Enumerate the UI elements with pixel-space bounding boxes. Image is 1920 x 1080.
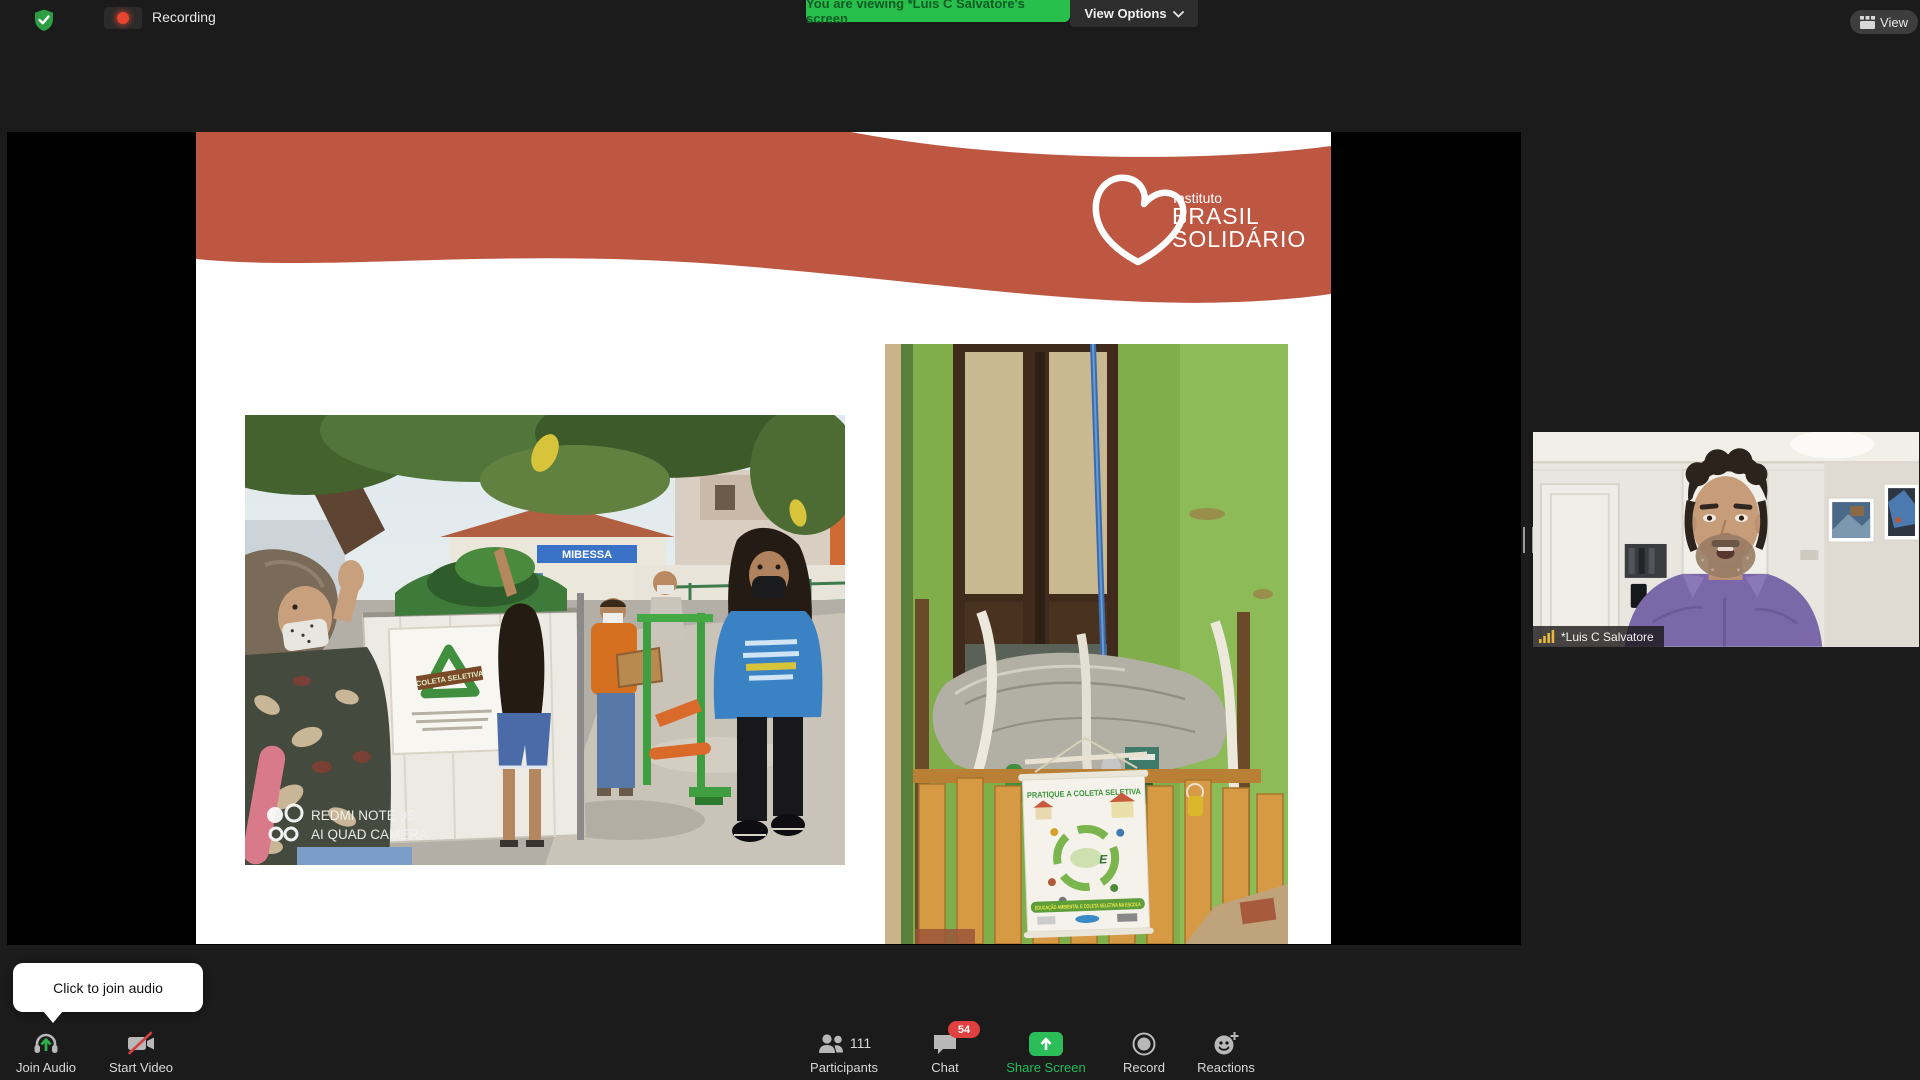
record-button[interactable]: Record [1112, 1030, 1176, 1075]
join-audio-tooltip: Click to join audio [13, 963, 203, 1012]
svg-text:E: E [1099, 852, 1108, 866]
reactions-smiley-icon [1213, 1031, 1239, 1056]
logo-line3: SOLIDÁRIO [1172, 226, 1306, 252]
start-video-label: Start Video [109, 1060, 173, 1075]
speaker-video-scene [1533, 432, 1919, 647]
chat-button[interactable]: 54 Chat [912, 1030, 978, 1075]
slide-header-wave: Instituto BRASIL SOLIDÁRIO [196, 132, 1331, 327]
participant-name: *Luis C Salvatore [1561, 630, 1654, 644]
video-camera-off-icon [127, 1030, 155, 1056]
record-label: Record [1123, 1060, 1165, 1075]
chat-unread-badge: 54 [948, 1021, 980, 1038]
reactions-button[interactable]: Reactions [1186, 1030, 1266, 1075]
participants-button[interactable]: 111 Participants [798, 1030, 890, 1075]
share-screen-icon [1029, 1032, 1063, 1056]
tooltip-text: Click to join audio [53, 980, 163, 996]
photo-street-recycling: MIBESSA [245, 415, 845, 865]
reactions-label: Reactions [1197, 1060, 1255, 1075]
record-icon [1132, 1032, 1156, 1056]
tooltip-arrow [43, 1011, 63, 1023]
photo-pallet-crate: PRATIQUE A COLETA SELETIVA E EDUCAÇÃO AM… [885, 344, 1288, 944]
recycling-poster: PRATIQUE A COLETA SELETIVA E EDUCAÇÃO AM… [1018, 770, 1154, 938]
participants-label: Participants [810, 1060, 878, 1075]
participant-video[interactable]: *Luis C Salvatore [1533, 432, 1919, 647]
chevron-down-icon [1173, 10, 1184, 18]
recording-dot-icon [117, 12, 129, 24]
recording-label: Recording [152, 9, 216, 25]
shop-sign-text: MIBESSA [562, 549, 612, 561]
chat-label: Chat [931, 1060, 958, 1075]
watermark-line2: AI QUAD CAMERA [311, 827, 428, 842]
join-audio-label: Join Audio [16, 1060, 76, 1075]
meeting-topbar: Recording You are viewing *Luis C Salvat… [0, 0, 1920, 32]
zoom-meeting-window: Recording You are viewing *Luis C Salvat… [0, 0, 1920, 1080]
signal-bars-icon [1539, 630, 1555, 643]
security-shield-icon[interactable] [32, 8, 56, 32]
share-screen-button[interactable]: Share Screen [990, 1030, 1102, 1075]
viewing-screen-banner: You are viewing *Luis C Salvatore's scre… [806, 0, 1070, 22]
join-audio-button[interactable]: Join Audio [6, 1030, 86, 1075]
share-screen-label: Share Screen [1006, 1060, 1086, 1075]
meeting-toolbar: Join Audio Start Video [0, 1024, 1920, 1080]
headset-icon [31, 1029, 61, 1056]
view-button-label: View [1880, 15, 1908, 30]
recording-indicator [104, 7, 142, 29]
watermark-line1: REDMI NOTE 9S [311, 808, 416, 823]
participants-icon [817, 1032, 845, 1054]
participants-count: 111 [850, 1035, 871, 1051]
start-video-button[interactable]: Start Video [96, 1030, 186, 1075]
participant-name-tag: *Luis C Salvatore [1533, 626, 1664, 647]
view-options-label: View Options [1084, 6, 1166, 21]
presentation-slide: Instituto BRASIL SOLIDÁRIO MIBES [196, 132, 1331, 944]
view-button[interactable]: View [1850, 10, 1918, 34]
gallery-view-icon [1860, 16, 1875, 29]
view-options-button[interactable]: View Options [1070, 0, 1198, 27]
